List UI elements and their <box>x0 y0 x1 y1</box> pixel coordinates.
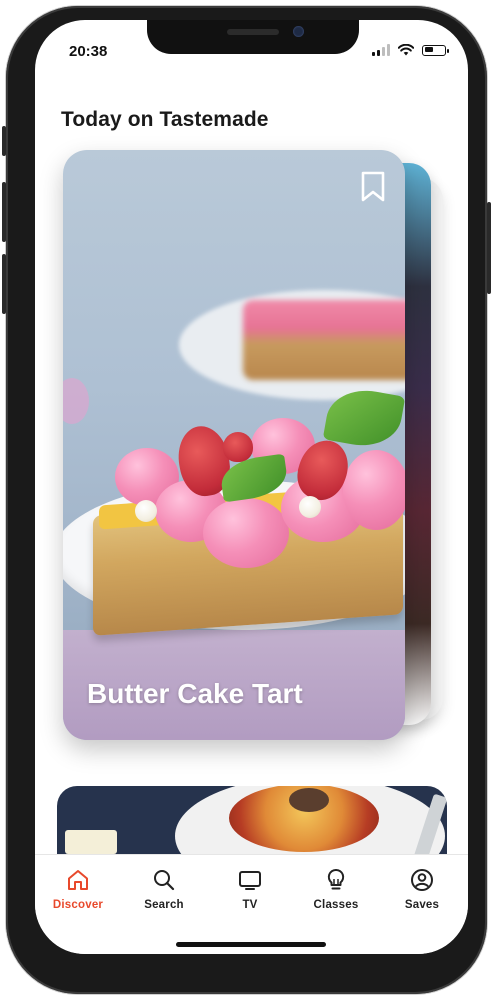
bottom-tab-bar: Discover Search TV Classes Saves <box>35 854 468 954</box>
flower-petal <box>63 378 89 424</box>
tv-icon <box>239 871 261 890</box>
white-chocolate-drop <box>135 500 157 522</box>
featured-recipe-card[interactable]: Butter Cake Tart <box>63 150 405 740</box>
section-title: Today on Tastemade <box>61 108 269 131</box>
lightbulb-icon <box>327 868 345 890</box>
volume-up-button <box>2 182 6 242</box>
tab-tv[interactable]: TV <box>207 867 293 911</box>
butter <box>65 830 117 854</box>
wifi-icon <box>398 44 414 56</box>
tab-label: TV <box>242 899 258 911</box>
home-indicator[interactable] <box>176 942 326 947</box>
background-tart <box>243 300 405 380</box>
power-button <box>487 202 491 294</box>
bookmark-icon[interactable] <box>359 170 387 204</box>
notch <box>147 20 359 54</box>
tab-label: Search <box>144 899 184 911</box>
recipe-title: Butter Cake Tart <box>87 678 303 709</box>
cellular-signal-icon <box>372 44 390 56</box>
tab-classes[interactable]: Classes <box>293 867 379 911</box>
home-icon <box>68 870 88 890</box>
tab-label: Discover <box>52 899 104 911</box>
tab-label: Classes <box>313 899 359 911</box>
white-chocolate-drop <box>299 496 321 518</box>
tab-search[interactable]: Search <box>121 867 207 911</box>
profile-icon <box>411 869 433 891</box>
meringue <box>343 450 405 530</box>
status-icons <box>372 44 449 56</box>
search-icon <box>154 870 175 891</box>
status-time: 20:38 <box>69 43 108 60</box>
meringue <box>203 498 289 568</box>
tab-saves[interactable]: Saves <box>379 867 465 911</box>
speaker-grille <box>227 29 279 35</box>
front-camera <box>293 26 304 37</box>
volume-down-button <box>2 254 6 314</box>
battery-icon <box>422 44 449 56</box>
tab-discover[interactable]: Discover <box>35 867 121 911</box>
strawberry-slice <box>223 432 253 462</box>
tab-label: Saves <box>404 899 440 911</box>
phone-frame: 20:38 Today on Tastemade Butter Cake Tar… <box>2 6 491 994</box>
meatball <box>289 788 329 812</box>
screen: 20:38 Today on Tastemade Butter Cake Tar… <box>35 20 468 954</box>
mute-switch <box>2 126 6 156</box>
